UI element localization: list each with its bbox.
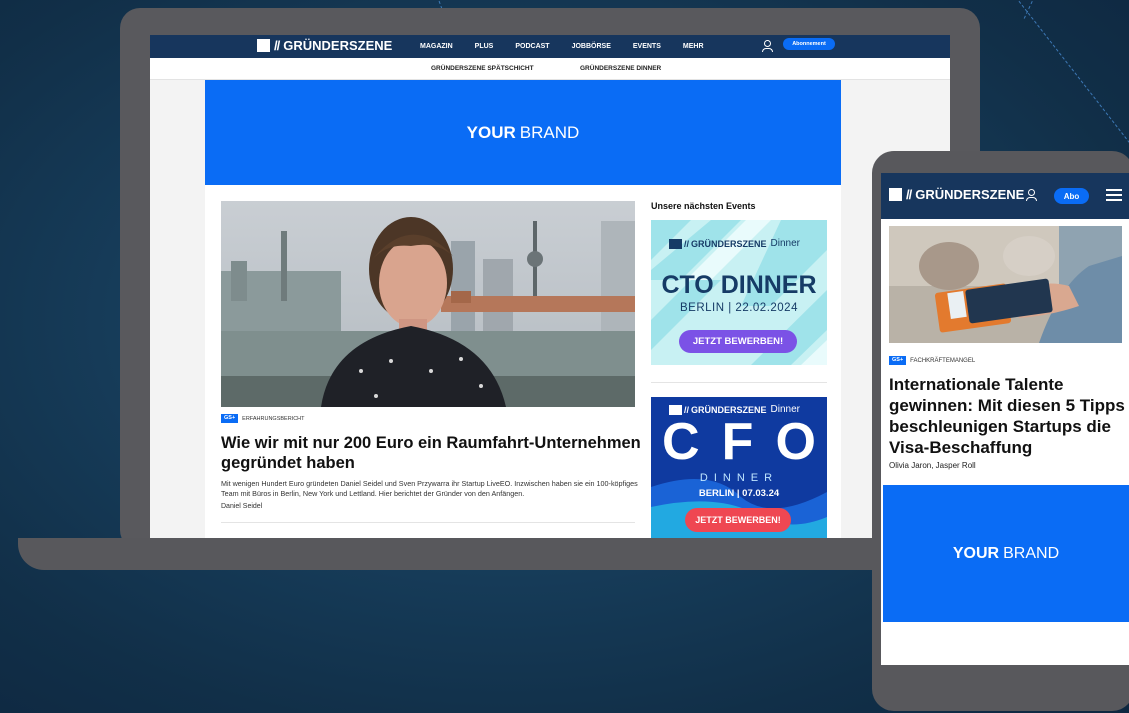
- apply-button[interactable]: JETZT BEWERBEN!: [685, 508, 791, 532]
- events-heading: Unsere nächsten Events: [651, 201, 756, 211]
- laptop-base: [18, 538, 898, 570]
- gs-plus-badge: GS+: [221, 414, 239, 423]
- nav-item-mehr[interactable]: MEHR: [683, 43, 704, 50]
- event-logo-suffix: Dinner: [770, 238, 800, 249]
- brand-ad-banner[interactable]: YOUR BRAND: [883, 485, 1129, 622]
- divider: [651, 382, 827, 383]
- abo-button[interactable]: Abo: [1054, 188, 1089, 204]
- event-logo: // GRÜNDERSZENE Dinner: [669, 238, 800, 249]
- main-nav: MAGAZIN PLUS PODCAST JOBBÖRSE EVENTS MEH…: [420, 35, 704, 58]
- event-title-letter: O: [775, 413, 816, 471]
- mobile-navigation-bar: // GRÜNDERSZENE Abo: [881, 173, 1129, 219]
- brand-ad-banner[interactable]: YOUR BRAND: [205, 80, 841, 185]
- logo-mark-icon: [889, 188, 902, 201]
- divider: [221, 522, 635, 523]
- subscribe-button[interactable]: Abonnement: [783, 38, 835, 50]
- event-date: BERLIN | 22.02.2024: [680, 302, 798, 314]
- subnav-item-spaetschicht[interactable]: GRÜNDERSZENE SPÄTSCHICHT: [431, 65, 534, 72]
- user-icon[interactable]: [1025, 189, 1037, 202]
- article-hero-image[interactable]: [221, 201, 635, 407]
- logo-slashes: //: [684, 238, 690, 249]
- logo-mark-icon: [257, 39, 270, 52]
- top-navigation-bar: // GRÜNDERSZENE MAGAZIN PLUS PODCAST JOB…: [150, 35, 950, 58]
- laptop-screen: // GRÜNDERSZENE MAGAZIN PLUS PODCAST JOB…: [150, 35, 950, 538]
- nav-item-magazin[interactable]: MAGAZIN: [420, 43, 453, 50]
- logo-slashes: //: [274, 38, 280, 53]
- background-decor-line: [1018, 0, 1129, 160]
- banner-bold-text: YOUR: [952, 544, 1000, 562]
- event-title: CTO DINNER: [661, 271, 817, 299]
- logo-text: GRÜNDERSZENE: [283, 38, 393, 53]
- logo-text: GRÜNDERSZENE: [915, 187, 1025, 202]
- event-date: BERLIN | 07.03.24: [698, 488, 780, 499]
- article-category[interactable]: ERFAHRUNGSBERICHT: [242, 416, 304, 422]
- article-hero-image[interactable]: [889, 226, 1122, 343]
- logo-mark-icon: [669, 238, 682, 249]
- event-title-letter: F: [721, 413, 754, 471]
- event-card-cfo-dinner[interactable]: // GRÜNDERSZENE Dinner C F O DINNER BERL…: [651, 397, 827, 538]
- article-category[interactable]: FACHKRÄFTEMANGEL: [910, 358, 975, 364]
- article-headline[interactable]: Internationale Talente gewinnen: Mit die…: [889, 374, 1129, 458]
- sub-navigation: GRÜNDERSZENE SPÄTSCHICHT GRÜNDERSZENE DI…: [150, 58, 950, 80]
- apply-button[interactable]: JETZT BEWERBEN!: [679, 330, 797, 353]
- article-teaser: Mit wenigen Hundert Euro gründeten Danie…: [221, 479, 638, 498]
- gs-plus-badge: GS+: [889, 356, 907, 365]
- event-logo-text: GRÜNDERSZENE: [691, 238, 767, 249]
- site-logo[interactable]: // GRÜNDERSZENE: [257, 38, 392, 53]
- article-tag: GS+ FACHKRÄFTEMANGEL: [889, 356, 975, 365]
- nav-item-podcast[interactable]: PODCAST: [515, 43, 549, 50]
- main-content: GS+ ERFAHRUNGSBERICHT Wie wir mit nur 20…: [205, 185, 841, 538]
- site-logo[interactable]: // GRÜNDERSZENE: [889, 187, 1024, 202]
- article-author[interactable]: Olivia Jaron, Jasper Roll: [889, 461, 976, 470]
- hamburger-menu-icon[interactable]: [1106, 189, 1122, 201]
- article-headline[interactable]: Wie wir mit nur 200 Euro ein Raumfahrt-U…: [221, 433, 641, 473]
- banner-text: BRAND: [519, 122, 580, 142]
- article-author[interactable]: Daniel Seidel: [221, 503, 262, 510]
- nav-item-jobboerse[interactable]: JOBBÖRSE: [572, 43, 611, 50]
- logo-slashes: //: [906, 187, 912, 202]
- event-title-letter: C: [662, 413, 700, 471]
- user-icon[interactable]: [761, 40, 773, 53]
- event-subtitle: DINNER: [699, 472, 779, 484]
- banner-bold-text: YOUR: [466, 122, 516, 142]
- event-title: C F O: [651, 414, 827, 470]
- subnav-item-dinner[interactable]: GRÜNDERSZENE DINNER: [580, 65, 661, 72]
- event-card-cto-dinner[interactable]: // GRÜNDERSZENE Dinner CTO DINNER BERLIN…: [651, 220, 827, 365]
- phone-screen: // GRÜNDERSZENE Abo GS+ FACHKRÄFTEMANGEL: [881, 173, 1129, 665]
- nav-item-events[interactable]: EVENTS: [633, 43, 661, 50]
- article-tag: GS+ ERFAHRUNGSBERICHT: [221, 414, 305, 423]
- nav-item-plus[interactable]: PLUS: [475, 43, 494, 50]
- banner-text: BRAND: [1003, 544, 1060, 562]
